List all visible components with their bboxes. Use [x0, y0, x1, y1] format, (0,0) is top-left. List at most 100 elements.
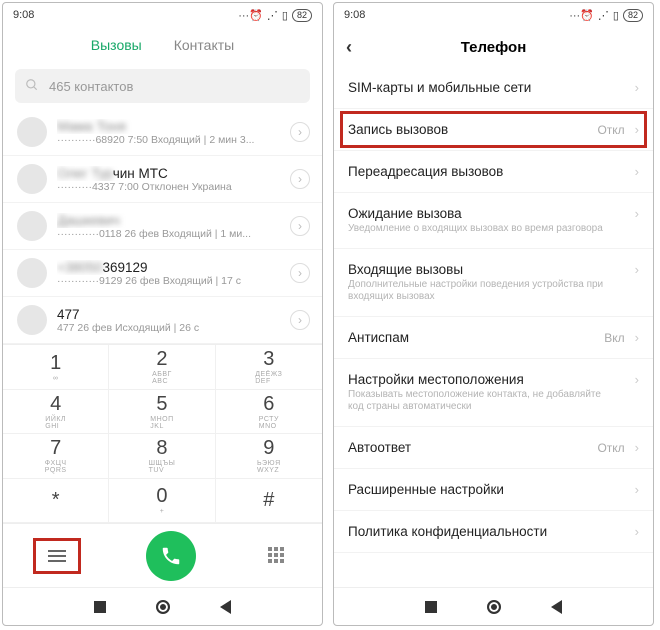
status-icons: ···⏰ ⋰ ▯ 82	[569, 9, 643, 22]
settings-row[interactable]: SIM-карты и мобильные сети›	[334, 67, 653, 109]
tab-contacts[interactable]: Контакты	[174, 37, 234, 53]
call-log-row[interactable]: Дашкевич············0118 26 фев Входящий…	[3, 203, 322, 250]
dialpad-key-6[interactable]: 6РСТУMNO	[216, 390, 322, 435]
nav-back[interactable]	[220, 600, 231, 614]
details-button[interactable]: ›	[290, 263, 310, 283]
nav-recents[interactable]	[425, 601, 437, 613]
chevron-right-icon: ›	[635, 262, 639, 277]
status-time: 9:08	[344, 9, 365, 21]
settings-row[interactable]: Политика конфиденциальности›	[334, 511, 653, 553]
dialer-bottom-actions	[3, 523, 322, 587]
nav-home[interactable]	[156, 600, 170, 614]
dialpad-key-0[interactable]: 0+	[109, 479, 215, 524]
settings-description: Показывать местоположение контакта, не д…	[348, 389, 616, 413]
signal-icon: ▯	[613, 9, 619, 22]
android-nav-bar	[334, 587, 653, 625]
highlight-box	[33, 538, 81, 574]
dialpad-key-5[interactable]: 5МНОПJKL	[109, 390, 215, 435]
settings-label: Входящие вызовы	[348, 262, 635, 277]
dialpad-key-*[interactable]: *	[3, 479, 109, 524]
dialpad-key-1[interactable]: 1∞	[3, 345, 109, 390]
dialpad-key-7[interactable]: 7ФХЦЧPQRS	[3, 434, 109, 479]
chevron-right-icon: ›	[635, 372, 639, 387]
settings-label: SIM-карты и мобильные сети	[348, 80, 635, 95]
call-log-row[interactable]: Мама Тоня···········68920 7:50 Входящий …	[3, 109, 322, 156]
search-icon	[25, 78, 39, 95]
menu-button[interactable]	[39, 541, 75, 571]
settings-label: Расширенные настройки	[348, 482, 635, 497]
settings-row[interactable]: Ожидание вызова›Уведомление о входящих в…	[334, 193, 653, 249]
settings-label: Запись вызовов	[348, 122, 597, 137]
dialpad: 1∞2АБВГABC3ДЕЁЖЗDEF 4ИЙКЛGHI5МНОПJKL6РСТУ…	[3, 344, 322, 523]
search-placeholder: 465 контактов	[49, 79, 133, 94]
phone-settings-screen: 9:08 ···⏰ ⋰ ▯ 82 ‹ Телефон SIM-карты и м…	[333, 2, 654, 626]
call-info: 477477 26 фев Исходящий | 26 с	[57, 307, 280, 334]
wifi-icon: ⋰	[598, 9, 609, 22]
chevron-right-icon: ›	[635, 440, 639, 455]
status-icons: ···⏰ ⋰ ▯ 82	[238, 9, 312, 22]
call-log-row[interactable]: 477477 26 фев Исходящий | 26 с ›	[3, 297, 322, 344]
settings-row[interactable]: АвтоответОткл›	[334, 427, 653, 469]
settings-row[interactable]: Переадресация вызовов›	[334, 151, 653, 193]
settings-row[interactable]: Расширенные настройки›	[334, 469, 653, 511]
call-button[interactable]	[146, 531, 196, 581]
settings-label: Антиспам	[348, 330, 604, 345]
details-button[interactable]: ›	[290, 122, 310, 142]
nav-recents[interactable]	[94, 601, 106, 613]
battery-icon: 82	[292, 9, 312, 22]
dialpad-key-4[interactable]: 4ИЙКЛGHI	[3, 390, 109, 435]
nav-back[interactable]	[551, 600, 562, 614]
settings-label: Переадресация вызовов	[348, 164, 635, 179]
dialpad-key-8[interactable]: 8ШЩЪЫTUV	[109, 434, 215, 479]
search-input[interactable]: 465 контактов	[15, 69, 310, 103]
call-log-list: Мама Тоня···········68920 7:50 Входящий …	[3, 109, 322, 344]
settings-description: Уведомление о входящих вызовах во время …	[348, 223, 616, 235]
details-button[interactable]: ›	[290, 169, 310, 189]
call-log-row[interactable]: +38050369129············9129 26 фев Вход…	[3, 250, 322, 297]
dialpad-key-3[interactable]: 3ДЕЁЖЗDEF	[216, 345, 322, 390]
chevron-right-icon: ›	[635, 330, 639, 345]
chevron-right-icon: ›	[635, 122, 639, 137]
tab-calls[interactable]: Вызовы	[91, 37, 142, 53]
settings-row[interactable]: АнтиспамВкл ›	[334, 317, 653, 359]
android-nav-bar	[3, 587, 322, 625]
settings-label: Политика конфиденциальности	[348, 524, 635, 539]
alarm-icon: ···⏰	[569, 9, 594, 22]
chevron-right-icon: ›	[635, 482, 639, 497]
page-title: Телефон	[461, 39, 527, 56]
call-info: +38050369129············9129 26 фев Вход…	[57, 260, 280, 287]
settings-label: Ожидание вызова	[348, 206, 635, 221]
battery-icon: 82	[623, 9, 643, 22]
status-bar: 9:08 ···⏰ ⋰ ▯ 82	[334, 3, 653, 27]
chevron-right-icon: ›	[635, 524, 639, 539]
settings-label: Настройки местоположения	[348, 372, 635, 387]
chevron-right-icon: ›	[635, 164, 639, 179]
chevron-right-icon: ›	[635, 80, 639, 95]
contact-avatar	[17, 164, 47, 194]
contact-avatar	[17, 117, 47, 147]
call-info: Мама Тоня···········68920 7:50 Входящий …	[57, 119, 280, 146]
settings-value: Откл	[597, 441, 624, 455]
details-button[interactable]: ›	[290, 216, 310, 236]
back-button[interactable]: ‹	[346, 37, 352, 58]
alarm-icon: ···⏰	[238, 9, 263, 22]
call-info: Олег Турчин МТС··········4337 7:00 Откло…	[57, 166, 280, 193]
details-button[interactable]: ›	[290, 310, 310, 330]
settings-value: Вкл	[604, 331, 624, 345]
dialpad-key-9[interactable]: 9ЬЭЮЯWXYZ	[216, 434, 322, 479]
dialpad-key-2[interactable]: 2АБВГABC	[109, 345, 215, 390]
signal-icon: ▯	[282, 9, 288, 22]
call-info: Дашкевич············0118 26 фев Входящий…	[57, 213, 280, 240]
contact-avatar	[17, 305, 47, 335]
phone-dialer-screen: 9:08 ···⏰ ⋰ ▯ 82 Вызовы Контакты 465 кон…	[2, 2, 323, 626]
contact-avatar	[17, 211, 47, 241]
call-log-row[interactable]: Олег Турчин МТС··········4337 7:00 Откло…	[3, 156, 322, 203]
status-bar: 9:08 ···⏰ ⋰ ▯ 82	[3, 3, 322, 27]
nav-home[interactable]	[487, 600, 501, 614]
dialpad-key-#[interactable]: #	[216, 479, 322, 524]
settings-row[interactable]: Входящие вызовы› Дополнительные настройки…	[334, 249, 653, 317]
settings-description: Дополнительные настройки поведения устро…	[348, 279, 616, 303]
settings-row[interactable]: Запись вызововОткл›	[334, 109, 653, 151]
dialpad-toggle-button[interactable]	[268, 547, 286, 565]
settings-row[interactable]: Настройки местоположения› Показывать мест…	[334, 359, 653, 427]
